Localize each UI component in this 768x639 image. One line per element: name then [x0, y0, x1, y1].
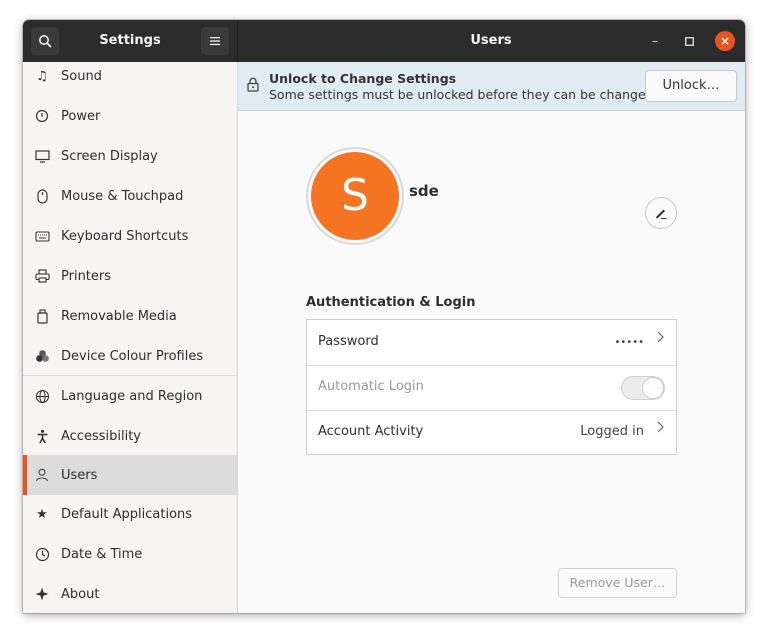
- automatic-login-row: Automatic Login: [307, 365, 676, 410]
- music-note-icon: ♫: [36, 68, 48, 84]
- sidebar-item-label: Accessibility: [61, 428, 141, 444]
- printer-icon: [34, 268, 50, 284]
- color-profiles-icon: [34, 348, 50, 364]
- sidebar-item-default-applications[interactable]: ★ Default Applications: [23, 494, 237, 534]
- display-icon: [34, 148, 50, 164]
- account-activity-label: Account Activity: [318, 424, 424, 439]
- sidebar-item-language-region[interactable]: Language and Region: [23, 376, 237, 416]
- sidebar-item-label: Screen Display: [61, 148, 158, 164]
- sidebar-item-users[interactable]: Users: [23, 455, 237, 495]
- minimize-button[interactable]: –: [645, 31, 665, 51]
- sidebar-item-label: Users: [61, 467, 98, 483]
- sidebar-item-label: Sound: [61, 68, 102, 84]
- search-button[interactable]: [31, 27, 59, 55]
- password-row[interactable]: Password •••••: [307, 320, 676, 365]
- sidebar-item-screen-display[interactable]: Screen Display: [23, 136, 237, 176]
- sidebar: ♫ Sound Power Screen Display Mouse & Tou…: [23, 62, 238, 613]
- keyboard-icon: [34, 228, 50, 244]
- sidebar-item-label: Power: [61, 108, 101, 124]
- globe-icon: [34, 388, 50, 404]
- pencil-icon: [656, 209, 667, 219]
- unlock-button[interactable]: Unlock…: [645, 70, 737, 102]
- toggle-knob: [642, 377, 664, 399]
- avatar[interactable]: S: [311, 152, 399, 240]
- automatic-login-toggle[interactable]: [621, 376, 665, 400]
- chevron-right-icon: [657, 421, 664, 437]
- account-activity-row[interactable]: Account Activity Logged in: [307, 410, 676, 455]
- maximize-icon: [684, 36, 694, 46]
- clock-icon: [34, 546, 50, 562]
- infobar-title: Unlock to Change Settings: [269, 71, 457, 86]
- sidebar-item-label: Printers: [61, 268, 112, 284]
- username[interactable]: sde: [409, 182, 439, 200]
- password-label: Password: [318, 334, 379, 349]
- maximize-button[interactable]: [679, 31, 699, 51]
- sidebar-item-device-colour-profiles[interactable]: Device Colour Profiles: [23, 336, 237, 376]
- sidebar-item-date-time[interactable]: Date & Time: [23, 534, 237, 574]
- menu-button[interactable]: [201, 27, 229, 55]
- sidebar-item-keyboard-shortcuts[interactable]: Keyboard Shortcuts: [23, 216, 237, 256]
- close-button[interactable]: ×: [715, 31, 735, 51]
- sidebar-item-accessibility[interactable]: Accessibility: [23, 416, 237, 456]
- auth-list: Password ••••• Automatic Login Account A…: [306, 319, 677, 455]
- unlock-infobar: Unlock to Change Settings Some settings …: [238, 62, 745, 111]
- infobar-subtitle: Some settings must be unlocked before th…: [269, 87, 658, 102]
- power-icon: [34, 108, 50, 124]
- hamburger-menu-icon: [210, 37, 220, 46]
- sidebar-item-mouse-touchpad[interactable]: Mouse & Touchpad: [23, 176, 237, 216]
- sidebar-item-sound[interactable]: ♫ Sound: [23, 56, 237, 96]
- sidebar-item-label: Device Colour Profiles: [61, 348, 204, 364]
- star-icon: ★: [36, 506, 48, 522]
- sidebar-item-label: About: [61, 586, 100, 602]
- page-title: Users: [470, 33, 512, 48]
- lock-icon: [247, 77, 259, 92]
- sidebar-item-removable-media[interactable]: Removable Media: [23, 296, 237, 336]
- password-value: •••••: [614, 337, 645, 348]
- sidebar-item-power[interactable]: Power: [23, 96, 237, 136]
- automatic-login-label: Automatic Login: [318, 379, 424, 394]
- minimize-icon: –: [652, 34, 658, 48]
- sidebar-item-label: Language and Region: [61, 388, 203, 404]
- users-icon: [34, 467, 50, 483]
- sparkle-icon: [34, 586, 50, 602]
- account-activity-value: Logged in: [580, 424, 644, 439]
- sidebar-item-label: Keyboard Shortcuts: [61, 228, 189, 244]
- sidebar-item-label: Removable Media: [61, 308, 177, 324]
- settings-window: Settings Users – × ♫ Sound Power Screen …: [23, 20, 745, 613]
- removable-media-icon: [34, 308, 50, 324]
- sidebar-item-label: Date & Time: [61, 546, 143, 562]
- sidebar-item-label: Default Applications: [61, 506, 193, 522]
- accessibility-icon: [34, 428, 50, 444]
- sidebar-item-about[interactable]: About: [23, 574, 237, 613]
- users-panel: Unlock to Change Settings Some settings …: [238, 62, 745, 613]
- mouse-icon: [34, 188, 50, 204]
- sidebar-item-printers[interactable]: Printers: [23, 256, 237, 296]
- search-icon: [39, 35, 52, 48]
- sidebar-item-label: Mouse & Touchpad: [61, 188, 184, 204]
- remove-user-button[interactable]: Remove User…: [558, 568, 677, 598]
- chevron-right-icon: [657, 331, 664, 347]
- edit-name-button[interactable]: [645, 197, 677, 229]
- close-icon: ×: [719, 34, 731, 48]
- section-title: Authentication & Login: [306, 295, 476, 310]
